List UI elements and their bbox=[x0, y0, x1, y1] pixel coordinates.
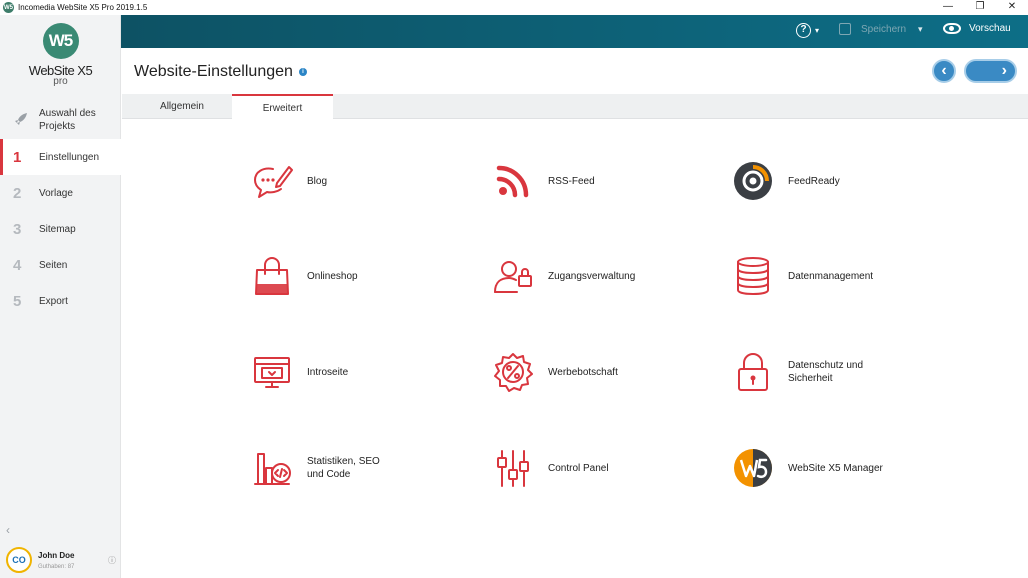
minimize-button[interactable]: — bbox=[932, 0, 964, 15]
user-panel[interactable]: CO John Doe Guthaben: 87 ⓘ bbox=[6, 545, 116, 575]
chevron-down-icon: ▾ bbox=[815, 26, 820, 35]
feature-website-x5-manager[interactable]: WebSite X5 Manager bbox=[731, 446, 931, 490]
feature-label: Introseite bbox=[307, 366, 349, 378]
chevron-down-icon: ▾ bbox=[918, 23, 923, 34]
blog-icon bbox=[250, 159, 294, 203]
feature-onlineshop[interactable]: Onlineshop bbox=[250, 254, 450, 298]
feature-label: RSS-Feed bbox=[548, 175, 595, 187]
feature-label: FeedReady bbox=[788, 175, 840, 187]
tab-general[interactable]: Allgemein bbox=[132, 94, 232, 119]
x5-manager-logo-icon bbox=[731, 446, 775, 490]
feature-access-management[interactable]: Zugangsverwaltung bbox=[491, 254, 691, 298]
page-title: Website-Einstellungen i bbox=[134, 63, 307, 81]
step-number: 4 bbox=[13, 256, 22, 274]
step-number: 1 bbox=[13, 148, 22, 166]
save-icon bbox=[839, 23, 851, 35]
sidebar-item-sitemap[interactable]: 3 Sitemap bbox=[0, 211, 121, 247]
help-button[interactable]: ? ▾ bbox=[796, 23, 819, 38]
sidebar-item-label: Auswahl des Projekts bbox=[39, 108, 96, 132]
collapse-sidebar-button[interactable]: ‹ bbox=[6, 523, 10, 537]
feature-ad-message[interactable]: Werbebotschaft bbox=[491, 350, 691, 394]
page-title-text: Website-Einstellungen bbox=[134, 63, 293, 80]
feature-label: Blog bbox=[307, 175, 328, 187]
step-number: 3 bbox=[13, 220, 22, 238]
feature-label: Datenschutz und Sicherheit bbox=[788, 360, 864, 384]
feature-label: Statistiken, SEO und Code bbox=[307, 456, 380, 480]
user-name: John Doe bbox=[38, 550, 75, 560]
feature-label: Datenmanagement bbox=[788, 270, 874, 282]
sidebar-nav: Auswahl des Projekts 1 Einstellungen 2 V… bbox=[0, 101, 121, 319]
window-title: Incomedia WebSite X5 Pro 2019.1.5 bbox=[18, 3, 148, 12]
step-number: 5 bbox=[13, 292, 22, 310]
sidebar-item-template[interactable]: 2 Vorlage bbox=[0, 175, 121, 211]
sidebar-item-label: Sitemap bbox=[39, 223, 76, 235]
step-number: 2 bbox=[13, 184, 22, 202]
feature-label: WebSite X5 Manager bbox=[788, 462, 883, 474]
preview-label: Vorschau bbox=[969, 23, 1011, 34]
feature-label: Control Panel bbox=[548, 462, 609, 474]
sidebar-item-label: Einstellungen bbox=[39, 151, 100, 163]
user-lock-icon bbox=[491, 254, 535, 298]
info-icon[interactable]: i bbox=[298, 68, 307, 76]
rss-icon bbox=[491, 159, 535, 203]
feature-statistics-seo-code[interactable]: Statistiken, SEO und Code bbox=[250, 446, 450, 490]
help-icon: ? bbox=[796, 23, 811, 38]
rocket-icon bbox=[13, 111, 33, 130]
save-label: Speichern bbox=[861, 23, 907, 35]
tab-strip: Allgemein Erweitert bbox=[122, 94, 1028, 120]
sidebar-item-label: Vorlage bbox=[39, 187, 73, 199]
app-logo: W5 WebSite X5 pro bbox=[0, 23, 121, 87]
sidebar-item-label: Export bbox=[39, 295, 68, 307]
database-icon bbox=[731, 254, 775, 298]
save-button[interactable]: Speichern ▾ bbox=[839, 23, 923, 35]
top-toolbar: ? ▾ Speichern ▾ Vorschau bbox=[121, 15, 1028, 48]
feedready-icon bbox=[731, 159, 775, 203]
feature-privacy-security[interactable]: Datenschutz und Sicherheit bbox=[731, 350, 931, 394]
back-button[interactable]: ‹ bbox=[932, 59, 956, 83]
avatar: CO bbox=[6, 547, 32, 573]
sidebar-item-label: Seiten bbox=[39, 259, 68, 271]
next-button[interactable]: › bbox=[964, 59, 1017, 83]
feature-grid: Blog RSS-Feed FeedReady Onlineshop Zugan… bbox=[250, 158, 950, 538]
discount-badge-icon bbox=[491, 350, 535, 394]
preview-button[interactable]: Vorschau bbox=[943, 23, 1011, 34]
logo-edition: pro bbox=[53, 76, 68, 87]
monitor-icon bbox=[250, 350, 294, 394]
user-info: John Doe Guthaben: 87 bbox=[38, 551, 108, 570]
tab-advanced[interactable]: Erweitert bbox=[232, 94, 333, 120]
sliders-icon bbox=[491, 446, 535, 490]
window-titlebar: W5 Incomedia WebSite X5 Pro 2019.1.5 — ❐… bbox=[0, 0, 1028, 15]
feature-label: Zugangsverwaltung bbox=[548, 270, 636, 282]
close-button[interactable]: ✕ bbox=[996, 0, 1028, 15]
maximize-button[interactable]: ❐ bbox=[964, 0, 996, 15]
lock-icon bbox=[731, 350, 775, 394]
logo-mark: W5 bbox=[42, 23, 79, 59]
stats-code-icon bbox=[250, 446, 294, 490]
sidebar-item-settings[interactable]: 1 Einstellungen bbox=[0, 139, 121, 175]
feature-blog[interactable]: Blog bbox=[250, 159, 450, 203]
info-icon[interactable]: ⓘ bbox=[108, 555, 116, 566]
feature-feedready[interactable]: FeedReady bbox=[731, 159, 931, 203]
feature-control-panel[interactable]: Control Panel bbox=[491, 446, 691, 490]
feature-rss-feed[interactable]: RSS-Feed bbox=[491, 159, 691, 203]
user-credit: Guthaben: 87 bbox=[38, 563, 75, 570]
eye-icon bbox=[943, 23, 961, 34]
feature-data-management[interactable]: Datenmanagement bbox=[731, 254, 931, 298]
feature-label: Werbebotschaft bbox=[548, 366, 618, 378]
sidebar-item-project-selection[interactable]: Auswahl des Projekts bbox=[0, 101, 121, 139]
shopping-bag-icon bbox=[250, 254, 294, 298]
sidebar-item-export[interactable]: 5 Export bbox=[0, 283, 121, 319]
sidebar: W5 WebSite X5 pro Auswahl des Projekts 1… bbox=[0, 15, 121, 578]
feature-label: Onlineshop bbox=[307, 270, 358, 282]
sidebar-item-pages[interactable]: 4 Seiten bbox=[0, 247, 121, 283]
window-controls: — ❐ ✕ bbox=[932, 0, 1028, 15]
feature-intro-page[interactable]: Introseite bbox=[250, 350, 450, 394]
app-icon: W5 bbox=[3, 2, 14, 13]
